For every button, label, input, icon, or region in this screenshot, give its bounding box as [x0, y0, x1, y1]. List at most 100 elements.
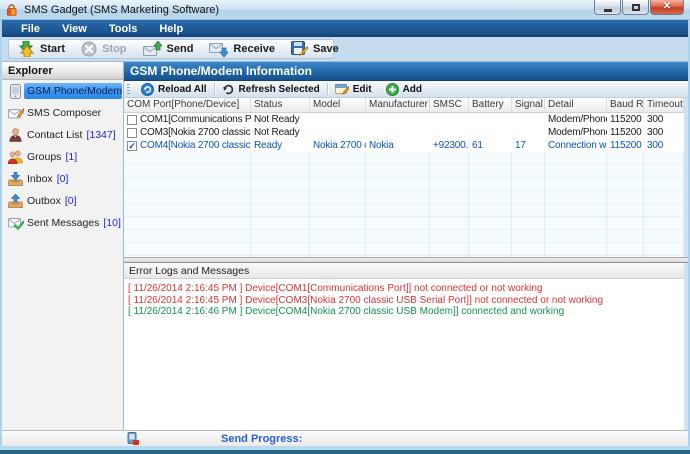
edit-button[interactable]: Edit — [328, 81, 379, 97]
column-header-model[interactable]: Model — [310, 98, 366, 112]
inbox-icon — [7, 172, 24, 186]
cell-smsc — [430, 126, 469, 139]
groups-icon — [7, 150, 24, 164]
cell-manufacturer — [366, 113, 430, 126]
cell-battery — [469, 126, 512, 139]
titlebar[interactable]: SMS Gadget (SMS Marketing Software) ✕ — [0, 0, 690, 20]
sidebar-item-count: [0] — [65, 195, 77, 207]
minimize-button[interactable] — [594, 0, 621, 15]
menu-tools[interactable]: Tools — [98, 20, 149, 37]
cell-com-port: COM1[Communications Port] — [140, 114, 251, 125]
sidebar-item-outbox[interactable]: Outbox [0] — [2, 190, 123, 212]
send-button[interactable]: Send — [135, 40, 202, 58]
sidebar-item-label: Groups — [27, 151, 61, 163]
table-row[interactable]: COM1[Communications Port] Not Ready Mode… — [124, 113, 684, 126]
receive-button[interactable]: Receive — [201, 40, 283, 58]
cell-battery: 61 — [469, 139, 512, 152]
toolbar: Start Stop — [2, 37, 688, 62]
column-header-detail[interactable]: Detail — [545, 98, 607, 112]
outbox-icon — [7, 194, 24, 208]
menu-help[interactable]: Help — [148, 20, 194, 37]
cell-timeout: 300 — [644, 126, 684, 139]
window-controls: ✕ — [593, 0, 684, 15]
maximize-icon — [632, 4, 640, 11]
save-button[interactable]: Save — [283, 40, 347, 58]
cell-model: Nokia 2700 clas... — [310, 139, 366, 152]
maximize-button[interactable] — [622, 0, 649, 15]
explorer-sidebar: Explorer GSM Phone/Modem [1/3] — [2, 62, 124, 430]
log-entry: [ 11/26/2014 2:16:45 PM ] Device[COM1[Co… — [124, 283, 684, 295]
error-log-header: Error Logs and Messages — [124, 263, 684, 279]
cell-timeout: 300 — [644, 139, 684, 152]
edit-label: Edit — [353, 84, 372, 95]
send-label: Send — [167, 43, 194, 55]
receive-label: Receive — [233, 43, 275, 55]
cell-model — [310, 126, 366, 139]
sidebar-item-sent-messages[interactable]: Sent Messages [10] — [2, 212, 123, 234]
cell-battery — [469, 113, 512, 126]
sidebar-item-label: Sent Messages — [27, 217, 99, 229]
cell-detail: Modem/Phone ... — [545, 113, 607, 126]
sidebar-item-gsm-phone-modem[interactable]: GSM Phone/Modem [1/3] — [2, 80, 123, 102]
reload-all-icon — [141, 83, 154, 96]
cell-com-port: COM3[Nokia 2700 classic USB Ser... — [140, 127, 251, 138]
menu-file[interactable]: File — [10, 20, 51, 37]
refresh-selected-icon — [222, 83, 235, 96]
add-label: Add — [403, 84, 422, 95]
column-header-status[interactable]: Status — [251, 98, 310, 112]
row-checkbox[interactable] — [127, 128, 137, 138]
save-icon — [291, 41, 308, 57]
stop-label: Stop — [102, 43, 126, 55]
explorer-header: Explorer — [2, 62, 123, 80]
start-button[interactable]: Start — [9, 40, 73, 58]
cell-smsc: +92300... — [430, 139, 469, 152]
sidebar-item-label: Contact List — [27, 129, 82, 141]
column-header-timeout[interactable]: Timeout — [644, 98, 684, 112]
sidebar-item-count: [10] — [103, 217, 121, 229]
column-header-smsc[interactable]: SMSC — [430, 98, 469, 112]
start-icon — [17, 41, 35, 57]
sidebar-item-inbox[interactable]: Inbox [0] — [2, 168, 123, 190]
cell-manufacturer — [366, 126, 430, 139]
minimize-icon — [604, 9, 612, 12]
row-checkbox[interactable] — [127, 115, 137, 125]
sidebar-item-label: SMS Composer — [27, 107, 101, 119]
sidebar-item-label: Inbox — [27, 173, 53, 185]
column-header-com-port[interactable]: COM Port[Phone/Device] — [124, 98, 251, 112]
table-empty-area — [124, 152, 684, 257]
cell-detail: Modem/Phone ... — [545, 126, 607, 139]
refresh-selected-button[interactable]: Refresh Selected — [215, 81, 327, 97]
cell-timeout: 300 — [644, 113, 684, 126]
sidebar-item-contact-list[interactable]: Contact List [1347] — [2, 124, 123, 146]
receive-icon — [209, 41, 228, 57]
table-row-active[interactable]: COM4[Nokia 2700 classic USB Mo... Ready … — [124, 139, 684, 152]
add-icon — [386, 83, 399, 96]
column-header-manufacturer[interactable]: Manufacturer — [366, 98, 430, 112]
send-progress-label: Send Progress: — [221, 433, 302, 445]
close-icon: ✕ — [663, 2, 671, 12]
modem-status-icon — [127, 432, 139, 445]
sidebar-item-groups[interactable]: Groups [1] — [2, 146, 123, 168]
sidebar-item-sms-composer[interactable]: SMS Composer — [2, 102, 123, 124]
cell-smsc — [430, 113, 469, 126]
column-header-battery[interactable]: Battery — [469, 98, 512, 112]
cell-status: Not Ready — [251, 126, 310, 139]
cell-com-port: COM4[Nokia 2700 classic USB Mo... — [140, 140, 251, 151]
window-title: SMS Gadget (SMS Marketing Software) — [24, 4, 219, 16]
add-button[interactable]: Add — [379, 81, 429, 97]
column-header-baud-rate[interactable]: Baud R... — [607, 98, 644, 112]
main-panel: GSM Phone/Modem Information Reload All — [124, 62, 688, 430]
column-header-signal[interactable]: Signal — [512, 98, 545, 112]
close-button[interactable]: ✕ — [650, 0, 684, 15]
table-header: COM Port[Phone/Device] Status Model Manu… — [124, 98, 684, 113]
sidebar-item-label: Outbox — [27, 195, 61, 207]
menu-view[interactable]: View — [51, 20, 98, 37]
cell-baud-rate: 115200 — [607, 113, 644, 126]
stop-button[interactable]: Stop — [73, 40, 134, 58]
sidebar-item-count: [1347] — [86, 129, 115, 141]
row-checkbox-checked[interactable] — [127, 141, 137, 151]
reload-all-button[interactable]: Reload All — [134, 81, 214, 97]
toolbar-grip — [127, 84, 130, 95]
save-label: Save — [313, 43, 339, 55]
table-row[interactable]: COM3[Nokia 2700 classic USB Ser... Not R… — [124, 126, 684, 139]
